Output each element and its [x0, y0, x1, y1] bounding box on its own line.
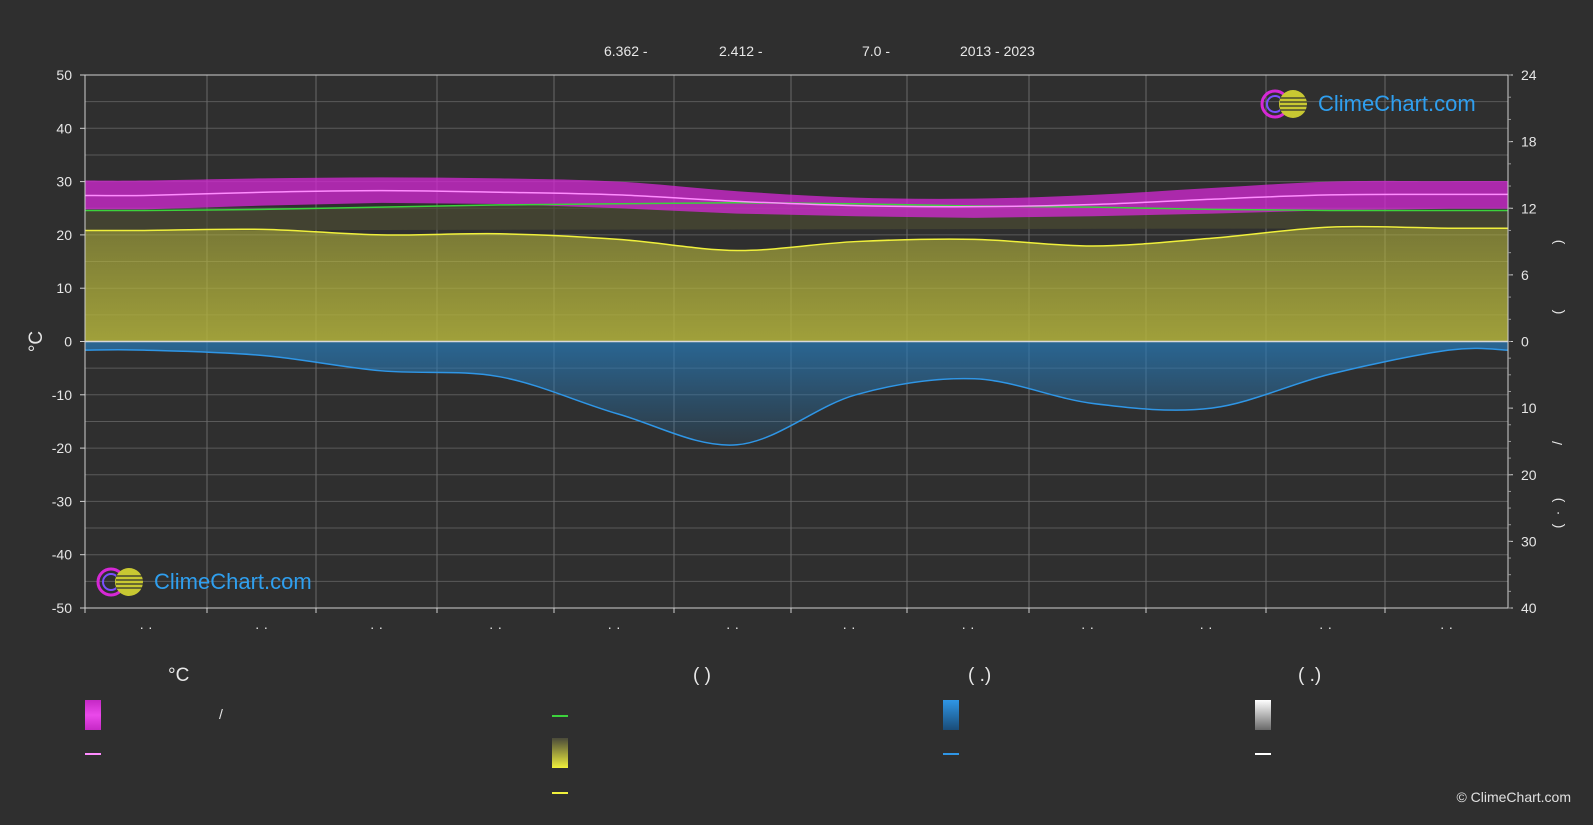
x-tick-label: · ·: [607, 619, 620, 635]
legend-snow-swatch: [1255, 700, 1271, 730]
left-tick-label: -40: [52, 547, 72, 563]
legend-daylight-swatch: [552, 715, 568, 717]
left-tick-label: 30: [56, 174, 72, 190]
left-tick-label: 20: [56, 227, 72, 243]
x-tick-label: · ·: [961, 619, 974, 635]
x-tick-label: · ·: [139, 619, 152, 635]
right-bottom-axis-label: ·: [1549, 511, 1565, 516]
left-axis-label: °C: [26, 331, 47, 352]
right-bottom-axis-label: ): [1549, 498, 1565, 503]
brand-logo-top: ClimeChart.com: [1258, 87, 1476, 121]
right-top-tick-label: 18: [1521, 134, 1537, 150]
legend-sun-title: ( ): [693, 665, 711, 686]
legend-rain-mean-swatch: [943, 753, 959, 755]
left-tick-label: -10: [52, 387, 72, 403]
climechart-logo-icon: [96, 567, 143, 597]
right-top-tick-label: 0: [1521, 334, 1529, 350]
legend-rain-swatch: [943, 700, 959, 730]
left-tick-label: 40: [56, 120, 72, 136]
right-bottom-axis-label: /: [1549, 441, 1565, 445]
climechart-logo-icon: [1260, 89, 1307, 119]
x-tick-label: · ·: [1081, 619, 1094, 635]
x-tick-label: · ·: [370, 619, 383, 635]
x-tick-label: · ·: [1319, 619, 1332, 635]
left-tick-label: -50: [52, 600, 72, 616]
left-tick-label: -30: [52, 493, 72, 509]
left-tick-label: -20: [52, 440, 72, 456]
right-top-tick-label: 24: [1521, 67, 1537, 83]
right-top-axis-label: ): [1549, 240, 1565, 245]
left-tick-label: 0: [64, 334, 72, 350]
right-top-tick-label: 6: [1521, 267, 1529, 283]
right-bottom-tick-label: 40: [1521, 600, 1537, 616]
right-bottom-tick-label: 20: [1521, 467, 1537, 483]
x-tick-label: · ·: [726, 619, 739, 635]
x-tick-label: · ·: [1199, 619, 1212, 635]
right-bottom-tick-label: 10: [1521, 400, 1537, 416]
right-top-axis-label: (: [1549, 309, 1565, 314]
legend-sunshine-mean-swatch: [552, 792, 568, 794]
legend-temp-range-swatch: [85, 700, 101, 730]
x-tick-label: · ·: [255, 619, 268, 635]
right-bottom-tick-label: 30: [1521, 533, 1537, 549]
x-tick-label: · ·: [842, 619, 855, 635]
brand-logo-text: ClimeChart.com: [154, 569, 312, 594]
legend-rain-title: ( .): [968, 665, 992, 686]
legend-temp-range-label: /: [219, 706, 223, 722]
brand-logo-bottom: ClimeChart.com: [94, 565, 312, 599]
legend-snow-title: ( .): [1298, 665, 1322, 686]
legend-temp-mean-swatch: [85, 753, 101, 755]
legend-sunshine-swatch: [552, 738, 568, 768]
brand-logo-text: ClimeChart.com: [1318, 91, 1476, 116]
x-tick-label: · ·: [1440, 619, 1453, 635]
copyright-notice: © ClimeChart.com: [1456, 789, 1571, 805]
left-tick-label: 50: [56, 67, 72, 83]
legend-temperature-title: °C: [168, 665, 190, 686]
right-top-tick-label: 12: [1521, 200, 1537, 216]
x-tick-label: · ·: [489, 619, 502, 635]
right-bottom-axis-label: (: [1549, 523, 1565, 528]
legend-snow-mean-swatch: [1255, 753, 1271, 755]
left-tick-label: 10: [56, 280, 72, 296]
